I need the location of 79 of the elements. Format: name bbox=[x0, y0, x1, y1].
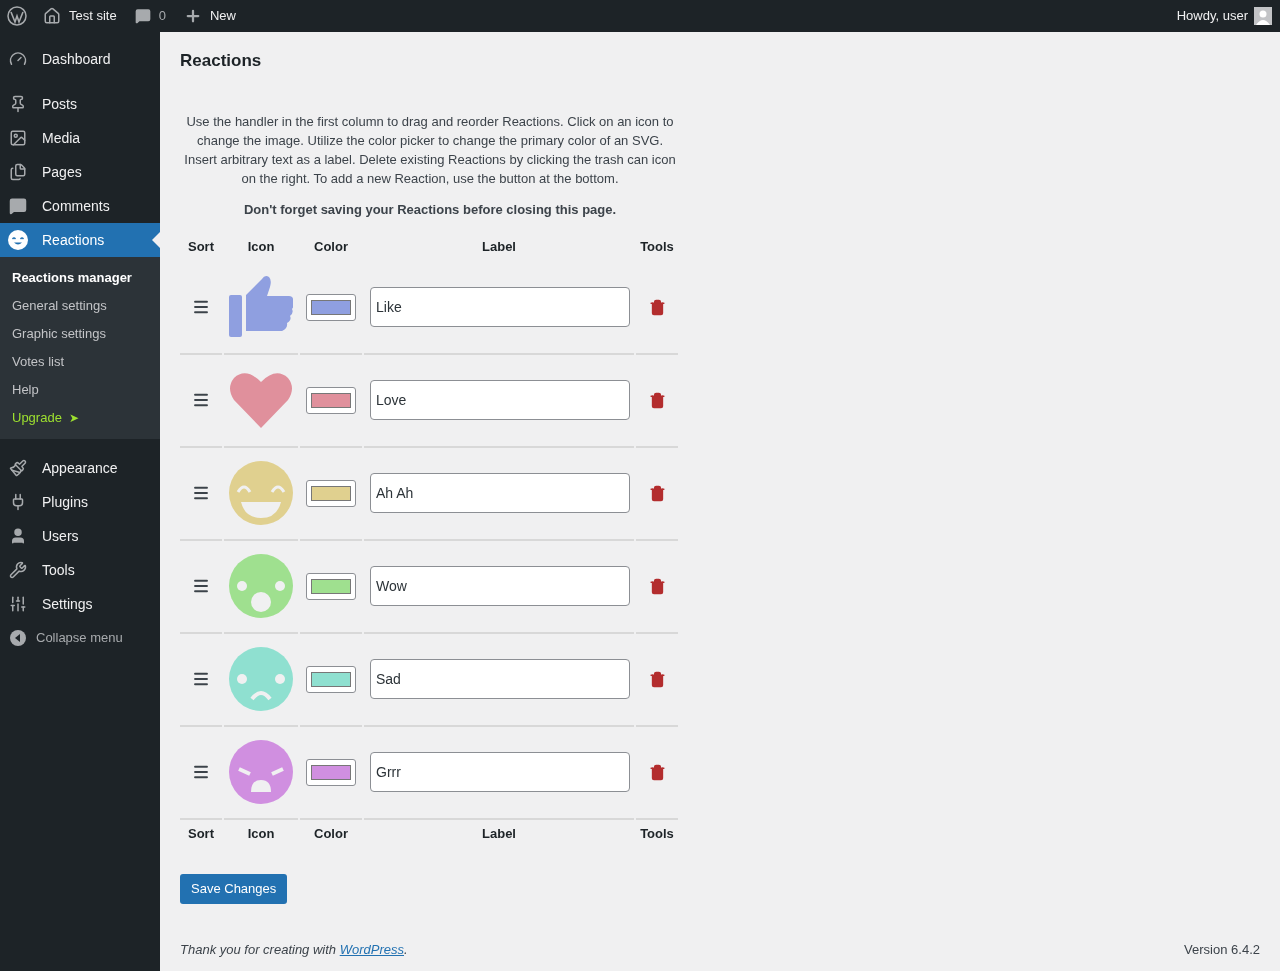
warning-text: Don't forget saving your Reactions before closing this page. bbox=[243, 201, 617, 219]
greeting-link[interactable]: Howdy, user bbox=[1176, 6, 1248, 26]
submenu-item[interactable]: General settings bbox=[0, 292, 160, 320]
site-link[interactable]: Test site bbox=[69, 6, 117, 26]
column-header: Icon bbox=[246, 237, 276, 256]
submenu-item[interactable]: Help bbox=[0, 376, 160, 404]
gauge-icon bbox=[9, 50, 27, 68]
column-footer: Color bbox=[300, 819, 362, 846]
label-field[interactable]: Like bbox=[370, 287, 630, 327]
version-text: Version 6.4.2 bbox=[1184, 940, 1260, 959]
home-icon bbox=[43, 7, 61, 25]
column-footer: Sort bbox=[180, 819, 222, 846]
color-picker[interactable] bbox=[306, 479, 356, 507]
sliders-icon bbox=[9, 595, 27, 613]
arrow-icon: ➤ bbox=[68, 409, 79, 427]
new-link[interactable]: New bbox=[209, 6, 236, 26]
label-field[interactable]: Sad bbox=[370, 659, 630, 699]
upgrade-link[interactable]: Upgrade ➤ bbox=[0, 404, 160, 432]
column-footer: Label bbox=[364, 819, 634, 846]
column-header: Color bbox=[313, 237, 349, 256]
comment-count[interactable]: 0 bbox=[158, 6, 166, 26]
current-pointer-icon bbox=[152, 232, 160, 248]
column-footer: Tools bbox=[636, 819, 678, 846]
drag-handle-icon[interactable] bbox=[192, 670, 210, 688]
sidebar-item[interactable]: Users bbox=[0, 519, 160, 553]
trash-icon[interactable] bbox=[648, 298, 666, 316]
column-header: Sort bbox=[187, 237, 215, 256]
color-picker[interactable] bbox=[306, 758, 356, 786]
drag-handle-icon[interactable] bbox=[192, 763, 210, 781]
sidebar-item[interactable]: Settings bbox=[0, 587, 160, 621]
trash-icon[interactable] bbox=[648, 670, 666, 688]
trash-icon[interactable] bbox=[648, 484, 666, 502]
color-picker[interactable] bbox=[306, 665, 356, 693]
submenu-item[interactable]: Votes list bbox=[0, 348, 160, 376]
speech-bubble-icon bbox=[9, 197, 27, 215]
intro-text: Use the handler in the first column to drag and reorder Reactions. Click on an icon to change the image. Utilize the color picker to change the primary color of an SVG. Insert arbitrary text as a label. Delete existing Reactions by clicking the trash can icon on the right. To add a new Reaction, use the button at the bottom. bbox=[183, 113, 677, 188]
trash-icon[interactable] bbox=[648, 763, 666, 781]
paintbrush-icon bbox=[9, 459, 27, 477]
sidebar-item[interactable]: Reactions bbox=[0, 223, 160, 257]
wordpress-logo-icon[interactable] bbox=[7, 6, 27, 26]
footer-text: Thank you for creating with WordPress. bbox=[180, 940, 408, 959]
person-icon bbox=[9, 527, 27, 545]
drag-handle-icon[interactable] bbox=[192, 577, 210, 595]
submenu-item[interactable]: Graphic settings bbox=[0, 320, 160, 348]
color-picker[interactable] bbox=[306, 293, 356, 321]
drag-handle-icon[interactable] bbox=[192, 391, 210, 409]
trash-icon[interactable] bbox=[648, 391, 666, 409]
save-changes-button[interactable]: Save Changes bbox=[180, 873, 288, 904]
label-field[interactable]: Love bbox=[370, 380, 630, 420]
sidebar-item[interactable]: Plugins bbox=[0, 485, 160, 519]
pin-icon bbox=[9, 95, 27, 113]
label-field[interactable]: Grrr bbox=[370, 752, 630, 792]
sidebar-item[interactable]: Media bbox=[0, 121, 160, 155]
trash-icon[interactable] bbox=[648, 577, 666, 595]
wordpress-link[interactable]: WordPress bbox=[339, 941, 404, 957]
speech-bubble-icon bbox=[134, 8, 151, 24]
collapse-icon bbox=[10, 630, 26, 646]
drag-handle-icon[interactable] bbox=[192, 298, 210, 316]
label-field[interactable]: Ah Ah bbox=[370, 473, 630, 513]
submenu-item[interactable]: Reactions manager bbox=[0, 264, 160, 292]
sidebar-item[interactable]: Tools bbox=[0, 553, 160, 587]
sidebar-item[interactable]: Posts bbox=[0, 87, 160, 121]
sidebar-item[interactable]: Appearance bbox=[0, 451, 160, 485]
sidebar-item[interactable]: Dashboard bbox=[0, 42, 160, 76]
smiley-icon bbox=[8, 230, 28, 250]
page-title: Reactions bbox=[180, 50, 262, 72]
color-picker[interactable] bbox=[306, 572, 356, 600]
column-header: Label bbox=[481, 237, 517, 256]
color-picker[interactable] bbox=[306, 386, 356, 414]
sidebar-item[interactable]: Comments bbox=[0, 189, 160, 223]
wrench-icon bbox=[9, 561, 27, 579]
pages-icon bbox=[9, 163, 27, 181]
label-field[interactable]: Wow bbox=[370, 566, 630, 606]
media-icon bbox=[9, 129, 27, 147]
collapse-menu-button[interactable]: Collapse menu bbox=[0, 621, 123, 655]
column-header: Tools bbox=[639, 237, 675, 256]
column-footer: Icon bbox=[224, 819, 298, 846]
sidebar-item[interactable]: Pages bbox=[0, 155, 160, 189]
drag-handle-icon[interactable] bbox=[192, 484, 210, 502]
